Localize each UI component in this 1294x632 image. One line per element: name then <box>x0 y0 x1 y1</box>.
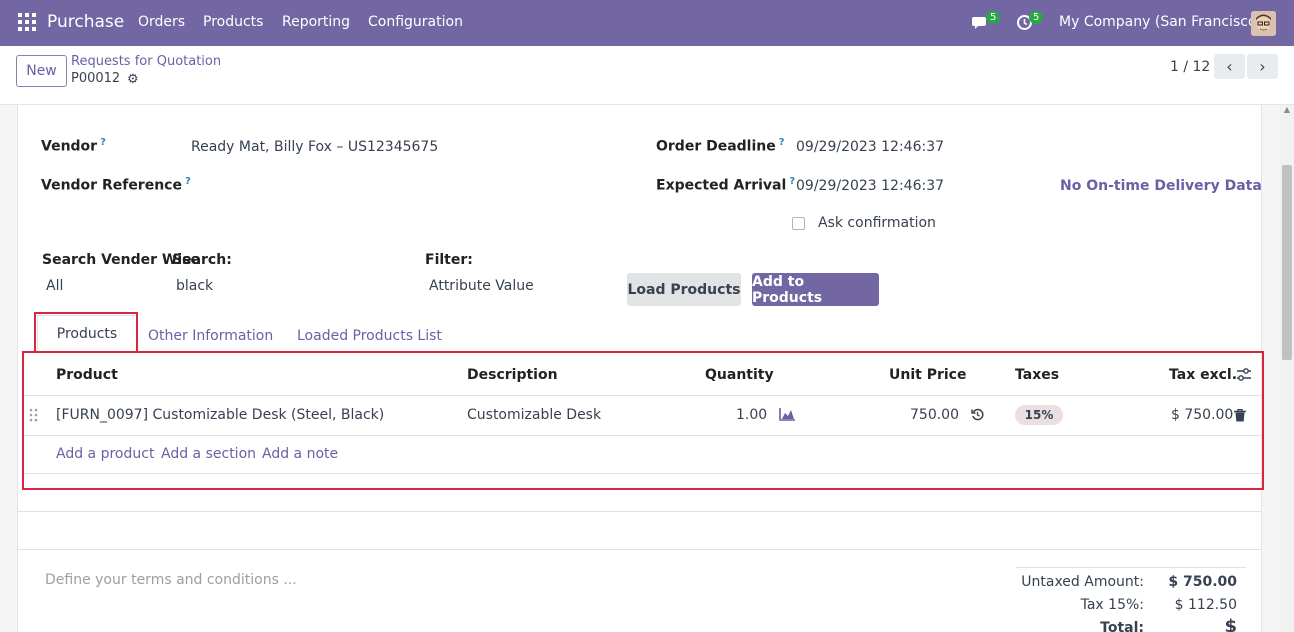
search-input[interactable]: black <box>176 278 213 294</box>
tax-value: $ 112.50 <box>1174 597 1237 613</box>
ask-confirmation-checkbox[interactable] <box>792 217 805 230</box>
totals-top-border <box>1016 567 1246 568</box>
section-divider <box>17 511 1262 512</box>
untaxed-amount-value: $ 750.00 <box>1168 574 1237 590</box>
app-name[interactable]: Purchase <box>47 12 124 32</box>
user-avatar[interactable] <box>1251 11 1276 36</box>
untaxed-amount-label: Untaxed Amount: <box>1021 574 1144 590</box>
messages-badge: 5 <box>986 11 1001 24</box>
table-highlight-box <box>22 351 1264 490</box>
gear-icon[interactable]: ⚙ <box>127 72 139 87</box>
load-products-button[interactable]: Load Products <box>627 273 741 306</box>
total-label: Total: <box>1100 620 1144 632</box>
menu-orders[interactable]: Orders <box>138 14 185 30</box>
tab-highlight-box <box>34 312 138 353</box>
control-panel: New Requests for Quotation P00012 ⚙ 1 / … <box>0 46 1294 105</box>
order-deadline-field[interactable]: 09/29/2023 12:46:37 <box>796 139 944 155</box>
vendor-reference-label: Vendor Reference? <box>41 176 191 194</box>
pager-next-button[interactable]: › <box>1247 54 1278 79</box>
ask-confirmation-label: Ask confirmation <box>818 215 936 231</box>
filter-label: Filter: <box>425 252 473 268</box>
terms-and-conditions-input[interactable]: Define your terms and conditions ... <box>45 572 297 588</box>
top-navbar: Purchase Orders Products Reporting Confi… <box>0 0 1294 46</box>
scrollbar-thumb[interactable] <box>1282 165 1292 360</box>
total-value: $ 862.50 <box>1224 616 1237 632</box>
apps-grid-icon[interactable] <box>18 13 36 31</box>
scroll-up-arrow-icon[interactable]: ▲ <box>1282 105 1292 115</box>
notes-divider <box>17 549 1262 550</box>
filter-field[interactable]: Attribute Value <box>429 278 534 294</box>
chevron-right-icon: › <box>1259 57 1266 76</box>
tab-loaded-products-list[interactable]: Loaded Products List <box>297 328 442 344</box>
add-to-products-button[interactable]: Add to Products <box>752 273 879 306</box>
breadcrumb-parent[interactable]: Requests for Quotation <box>71 54 221 69</box>
new-button[interactable]: New <box>16 55 67 87</box>
pager-value[interactable]: 1 / 12 <box>1170 59 1210 75</box>
ontime-delivery-link[interactable]: No On-time Delivery Data <box>1060 178 1262 194</box>
expected-arrival-label: Expected Arrival? <box>656 176 796 194</box>
vendor-label: Vendor? <box>41 137 106 155</box>
menu-reporting[interactable]: Reporting <box>282 14 350 30</box>
order-deadline-label: Order Deadline? <box>656 137 785 155</box>
title-area <box>17 105 1262 106</box>
menu-products[interactable]: Products <box>203 14 263 30</box>
menu-configuration[interactable]: Configuration <box>368 14 463 30</box>
expected-arrival-field[interactable]: 09/29/2023 12:46:37 <box>796 178 944 194</box>
scrollbar-track[interactable]: ▲ <box>1280 105 1294 632</box>
search-vendor-wise-field[interactable]: All <box>46 278 63 294</box>
company-switcher[interactable]: My Company (San Francisco) <box>1059 14 1262 30</box>
tab-other-information[interactable]: Other Information <box>148 328 273 344</box>
search-label: Search: <box>172 252 232 268</box>
chevron-left-icon: ‹ <box>1226 57 1233 76</box>
breadcrumb-current: P00012 <box>71 71 121 86</box>
tax-label: Tax 15%: <box>1080 597 1144 613</box>
pager-previous-button[interactable]: ‹ <box>1214 54 1245 79</box>
vendor-field[interactable]: Ready Mat, Billy Fox – US12345675 <box>191 139 438 155</box>
activities-badge: 5 <box>1029 11 1044 24</box>
